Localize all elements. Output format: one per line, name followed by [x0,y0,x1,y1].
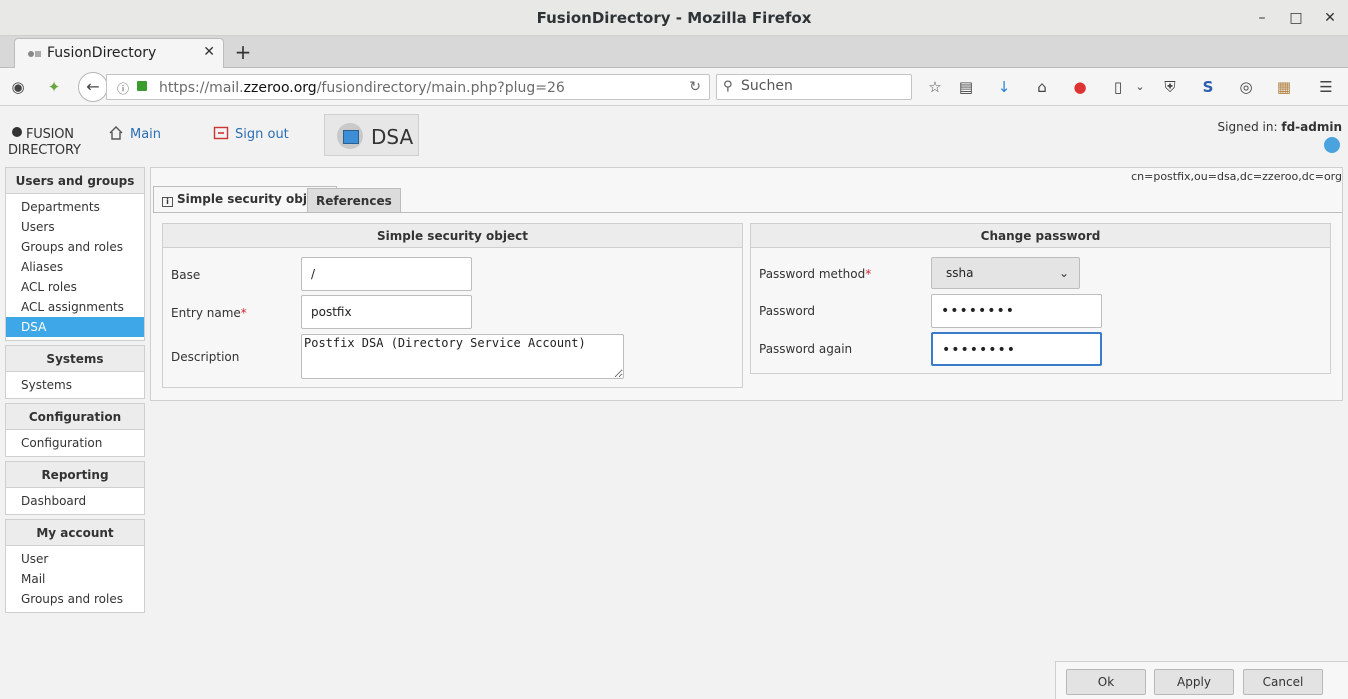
base-label: Base [171,268,201,282]
fusiondirectory-page: FUSION DIRECTORY Main Sign out DSA Signe… [0,107,1348,699]
change-password-section: Change password Password method* ssha ⌄ P… [750,223,1331,374]
sidebar-item-departments[interactable]: Departments [6,197,144,217]
new-tab-icon[interactable]: + [232,40,254,64]
object-dn: cn=postfix,ou=dsa,dc=zzeroo,dc=org [1131,170,1342,183]
menu-group-users-and-groups: Users and groups Departments Users Group… [5,167,145,341]
password-method-label: Password method* [759,267,872,281]
action-footer: Ok Apply Cancel [1055,661,1348,699]
menu-group-title: Systems [6,346,144,372]
tab-close-icon[interactable]: ✕ [203,44,215,60]
password-method-select[interactable]: ssha ⌄ [931,257,1080,289]
bookmark-star-icon[interactable]: ☆ [925,77,945,97]
maximize-icon[interactable]: □ [1286,8,1306,28]
password-again-field[interactable]: •••••••• [931,332,1102,366]
plugin-header: DSA [324,114,419,156]
clipboard-icon[interactable]: ▯ [1108,77,1128,97]
minimize-icon[interactable]: – [1252,8,1272,28]
window-titlebar: FusionDirectory - Mozilla Firefox – □ ✕ [0,0,1348,36]
logo-mark-icon [12,127,22,137]
menu-group-systems: Systems Systems [5,345,145,399]
download-icon[interactable]: ↓ [994,77,1014,97]
url-text: https://mail.zzeroo.org/fusiondirectory/… [159,80,565,96]
reload-icon[interactable]: ↻ [689,79,701,95]
close-window-icon[interactable]: ✕ [1320,8,1340,28]
loop-addon-icon[interactable]: ◎ [1236,77,1256,97]
search-bar[interactable]: ⚲ [716,74,912,100]
menu-group-title: My account [6,520,144,546]
tab-title: FusionDirectory [47,45,157,61]
menu-group-configuration: Configuration Configuration [5,403,145,457]
sidebar-item-aliases[interactable]: Aliases [6,257,144,277]
sidebar-item-users[interactable]: Users [6,217,144,237]
ublock-icon[interactable]: ⛨ [1160,77,1180,97]
menu-hamburger-icon[interactable]: ☰ [1316,77,1336,97]
menu-group-reporting: Reporting Dashboard [5,461,145,515]
menu-group-my-account: My account User Mail Groups and roles [5,519,145,613]
description-field[interactable]: Postfix DSA (Directory Service Account) [301,334,624,379]
lock-icon [137,81,147,91]
main-content: cn=postfix,ou=dsa,dc=zzeroo,dc=org i Simp… [150,167,1343,401]
sidebar-item-systems[interactable]: Systems [6,375,144,395]
s-addon-icon[interactable]: S [1198,77,1218,97]
status-indicator-icon [1324,137,1340,153]
home-icon [109,126,123,140]
dropdown-chevron-icon[interactable]: ⌄ [1130,77,1150,97]
private-mask-icon[interactable]: ◉ [8,77,28,97]
url-bar[interactable]: ⓘ https://mail.zzeroo.org/fusiondirector… [106,74,710,100]
cancel-button[interactable]: Cancel [1243,669,1323,695]
ok-button[interactable]: Ok [1066,669,1146,695]
password-label: Password [759,304,816,318]
site-info-icon[interactable]: ⓘ [117,80,129,97]
fusiondirectory-logo: FUSION DIRECTORY [8,127,81,158]
section-title: Change password [751,224,1330,248]
color-addon-icon[interactable]: ● [1070,77,1090,97]
search-input[interactable] [741,78,901,94]
sidebar-item-groups-and-roles-account[interactable]: Groups and roles [6,589,144,609]
sidebar-item-groups-and-roles[interactable]: Groups and roles [6,237,144,257]
grid-addon-icon[interactable]: ▦ [1274,77,1294,97]
entry-name-field[interactable]: postfix [301,295,472,329]
fusiondirectory-favicon-icon [28,51,41,57]
password-field[interactable]: •••••••• [931,294,1102,328]
simple-security-object-section: Simple security object Base / Entry name… [162,223,743,388]
signed-in-info: Signed in: fd-admin [1217,120,1342,134]
info-icon: i [162,197,173,207]
sidebar-item-configuration[interactable]: Configuration [6,433,144,453]
plugin-title: DSA [371,125,414,149]
sidebar-item-acl-assignments[interactable]: ACL assignments [6,297,144,317]
entry-name-label: Entry name* [171,306,247,320]
signed-in-user[interactable]: fd-admin [1281,120,1342,134]
password-again-label: Password again [759,342,853,356]
sidebar-item-mail[interactable]: Mail [6,569,144,589]
addon-icon[interactable]: ✦ [44,77,64,97]
dsa-plugin-icon [337,123,363,149]
search-icon: ⚲ [723,79,733,94]
sidebar-item-acl-roles[interactable]: ACL roles [6,277,144,297]
window-title: FusionDirectory - Mozilla Firefox [536,9,812,27]
signout-icon [213,126,229,140]
signout-link[interactable]: Sign out [213,125,289,142]
sidebar-item-dashboard[interactable]: Dashboard [6,491,144,511]
menu-group-title: Users and groups [6,168,144,194]
apply-button[interactable]: Apply [1154,669,1234,695]
section-title: Simple security object [163,224,742,248]
menu-group-title: Reporting [6,462,144,488]
menu-group-title: Configuration [6,404,144,430]
chevron-down-icon: ⌄ [1058,266,1069,280]
back-button[interactable]: ← [78,72,108,102]
tab-references[interactable]: References [307,188,401,212]
browser-tabstrip: FusionDirectory ✕ + [0,36,1348,68]
reading-list-icon[interactable]: ▤ [956,77,976,97]
home-icon[interactable]: ⌂ [1032,77,1052,97]
description-label: Description [171,350,240,364]
main-link[interactable]: Main [108,125,161,142]
browser-navbar: ◉ ✦ ← ⓘ https://mail.zzeroo.org/fusiondi… [0,68,1348,106]
tab-panel: Simple security object Base / Entry name… [153,212,1342,400]
base-field[interactable]: / [301,257,472,291]
sidebar-item-dsa[interactable]: DSA [6,317,144,337]
sidebar-item-user[interactable]: User [6,549,144,569]
browser-tab[interactable]: FusionDirectory ✕ [14,38,224,68]
